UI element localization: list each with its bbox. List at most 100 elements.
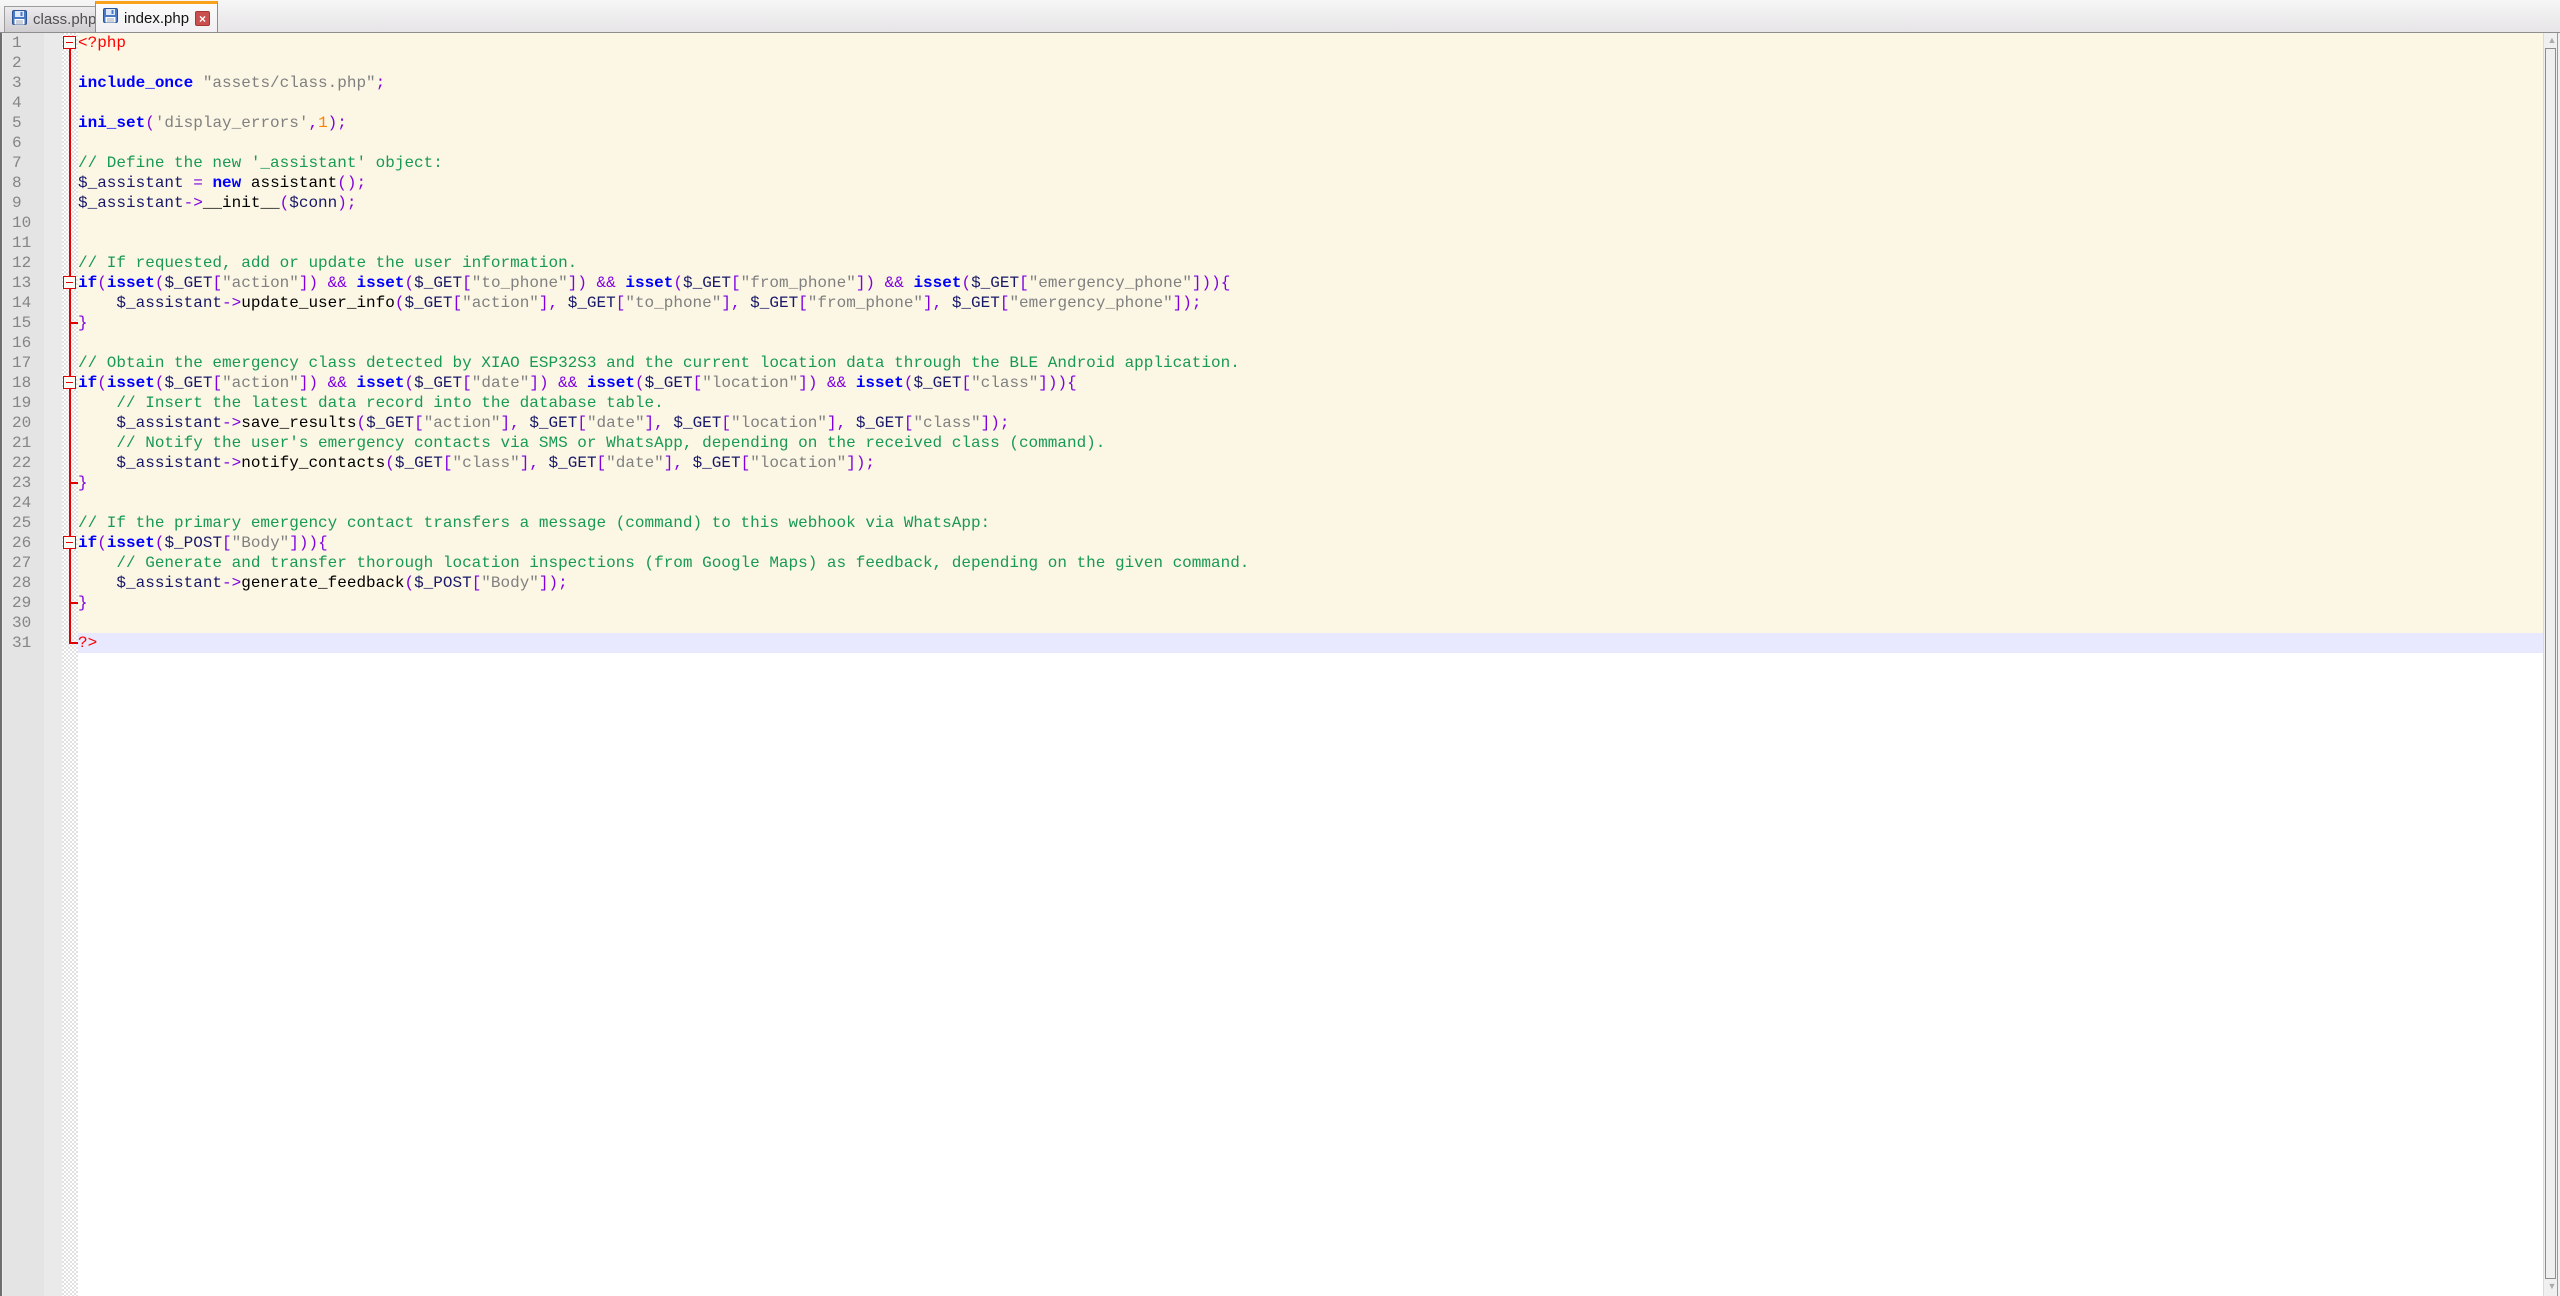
fold-marker-open[interactable] xyxy=(62,273,78,293)
fold-marker-open[interactable] xyxy=(62,533,78,553)
line-number: 21 xyxy=(3,433,44,453)
line-number: 12 xyxy=(3,253,44,273)
line-number: 14 xyxy=(3,293,44,313)
saved-file-icon xyxy=(12,10,27,30)
code-line[interactable] xyxy=(78,613,2543,633)
code-line[interactable]: } xyxy=(78,593,2543,613)
fold-collapse-icon[interactable] xyxy=(63,276,76,289)
line-number: 4 xyxy=(3,93,44,113)
fold-marker-mid xyxy=(62,613,78,633)
code-line[interactable]: // Generate and transfer thorough locati… xyxy=(78,553,2543,573)
fold-marker-mid xyxy=(62,53,78,73)
code-line[interactable]: $_assistant->notify_contacts($_GET["clas… xyxy=(78,453,2543,473)
fold-marker-mid xyxy=(62,153,78,173)
fold-marker-mid xyxy=(62,173,78,193)
line-number: 22 xyxy=(3,453,44,473)
line-number: 16 xyxy=(3,333,44,353)
fold-marker-mid xyxy=(62,233,78,253)
line-number: 13 xyxy=(3,273,44,293)
fold-marker-mid xyxy=(62,133,78,153)
code-line[interactable] xyxy=(78,53,2543,73)
code-line[interactable] xyxy=(78,133,2543,153)
fold-marker-mid xyxy=(62,573,78,593)
line-number: 17 xyxy=(3,353,44,373)
fold-marker-mid xyxy=(62,413,78,433)
code-line[interactable]: include_once "assets/class.php"; xyxy=(78,73,2543,93)
bookmark-margin xyxy=(44,33,62,1296)
line-number: 3 xyxy=(3,73,44,93)
line-number: 8 xyxy=(3,173,44,193)
scroll-down-icon[interactable]: ▼ xyxy=(2544,1279,2560,1294)
fold-marker-mid xyxy=(62,513,78,533)
code-line[interactable]: if(isset($_GET["action"]) && isset($_GET… xyxy=(78,273,2543,293)
code-line[interactable]: // Insert the latest data record into th… xyxy=(78,393,2543,413)
line-number: 28 xyxy=(3,573,44,593)
fold-marker-mid xyxy=(62,553,78,573)
fold-marker-open[interactable] xyxy=(62,373,78,393)
tab-bar: class.php × index.php × xyxy=(0,0,2560,33)
line-number: 20 xyxy=(3,413,44,433)
line-number: 26 xyxy=(3,533,44,553)
fold-marker-mid xyxy=(62,73,78,93)
code-line[interactable] xyxy=(78,93,2543,113)
code-line-current[interactable]: ?> xyxy=(78,633,2543,653)
scrollbar-thumb[interactable] xyxy=(2545,48,2556,1279)
fold-margin[interactable] xyxy=(62,33,78,1296)
fold-marker-mid xyxy=(62,433,78,453)
line-number: 6 xyxy=(3,133,44,153)
fold-collapse-icon[interactable] xyxy=(63,536,76,549)
code-line[interactable]: $_assistant->__init__($conn); xyxy=(78,193,2543,213)
code-line[interactable]: $_assistant = new assistant(); xyxy=(78,173,2543,193)
line-number-margin: 1234567891011121314151617181920212223242… xyxy=(3,33,44,1296)
line-number: 27 xyxy=(3,553,44,573)
code-line[interactable]: // Notify the user's emergency contacts … xyxy=(78,433,2543,453)
saved-file-icon xyxy=(103,8,118,28)
close-tab-icon[interactable]: × xyxy=(195,11,210,26)
tab-label: index.php xyxy=(124,10,189,27)
fold-marker-open[interactable] xyxy=(62,33,78,53)
code-line[interactable] xyxy=(78,493,2543,513)
tab-index-php[interactable]: index.php × xyxy=(95,1,218,32)
code-line[interactable]: } xyxy=(78,313,2543,333)
fold-marker-endmid xyxy=(62,593,78,613)
scroll-up-icon[interactable]: ▲ xyxy=(2544,33,2560,48)
code-line[interactable]: } xyxy=(78,473,2543,493)
fold-marker-mid xyxy=(62,333,78,353)
line-number: 7 xyxy=(3,153,44,173)
code-line[interactable]: <?php xyxy=(78,33,2543,53)
vertical-scrollbar[interactable]: ▲ ▼ xyxy=(2543,33,2560,1296)
fold-collapse-icon[interactable] xyxy=(63,376,76,389)
code-line[interactable]: // If requested, add or update the user … xyxy=(78,253,2543,273)
fold-marker-endmid xyxy=(62,473,78,493)
fold-marker-mid xyxy=(62,113,78,133)
code-line[interactable]: // Obtain the emergency class detected b… xyxy=(78,353,2543,373)
line-number: 29 xyxy=(3,593,44,613)
code-line[interactable]: // If the primary emergency contact tran… xyxy=(78,513,2543,533)
fold-marker-mid xyxy=(62,493,78,513)
code-line[interactable] xyxy=(78,213,2543,233)
code-line[interactable]: // Define the new '_assistant' object: xyxy=(78,153,2543,173)
tab-label: class.php xyxy=(33,11,96,28)
code-line[interactable]: ini_set('display_errors',1); xyxy=(78,113,2543,133)
code-editor[interactable]: 1234567891011121314151617181920212223242… xyxy=(0,33,2560,1296)
code-line[interactable]: if(isset($_GET["action"]) && isset($_GET… xyxy=(78,373,2543,393)
line-number: 23 xyxy=(3,473,44,493)
line-number: 31 xyxy=(3,633,44,653)
code-line[interactable]: $_assistant->save_results($_GET["action"… xyxy=(78,413,2543,433)
fold-marker-mid xyxy=(62,453,78,473)
fold-collapse-icon[interactable] xyxy=(63,36,76,49)
notepad-editor-window: class.php × index.php × 1234567891011121… xyxy=(0,0,2560,1296)
fold-marker-mid xyxy=(62,193,78,213)
line-number: 19 xyxy=(3,393,44,413)
code-line[interactable]: $_assistant->update_user_info($_GET["act… xyxy=(78,293,2543,313)
code-line[interactable]: if(isset($_POST["Body"])){ xyxy=(78,533,2543,553)
code-line[interactable]: $_assistant->generate_feedback($_POST["B… xyxy=(78,573,2543,593)
fold-marker-end xyxy=(62,633,78,653)
line-number: 24 xyxy=(3,493,44,513)
code-line[interactable] xyxy=(78,333,2543,353)
fold-marker-mid xyxy=(62,293,78,313)
line-number: 2 xyxy=(3,53,44,73)
code-line[interactable] xyxy=(78,233,2543,253)
code-area[interactable]: <?php include_once "assets/class.php"; ini… xyxy=(78,33,2543,1296)
fold-marker-mid xyxy=(62,93,78,113)
